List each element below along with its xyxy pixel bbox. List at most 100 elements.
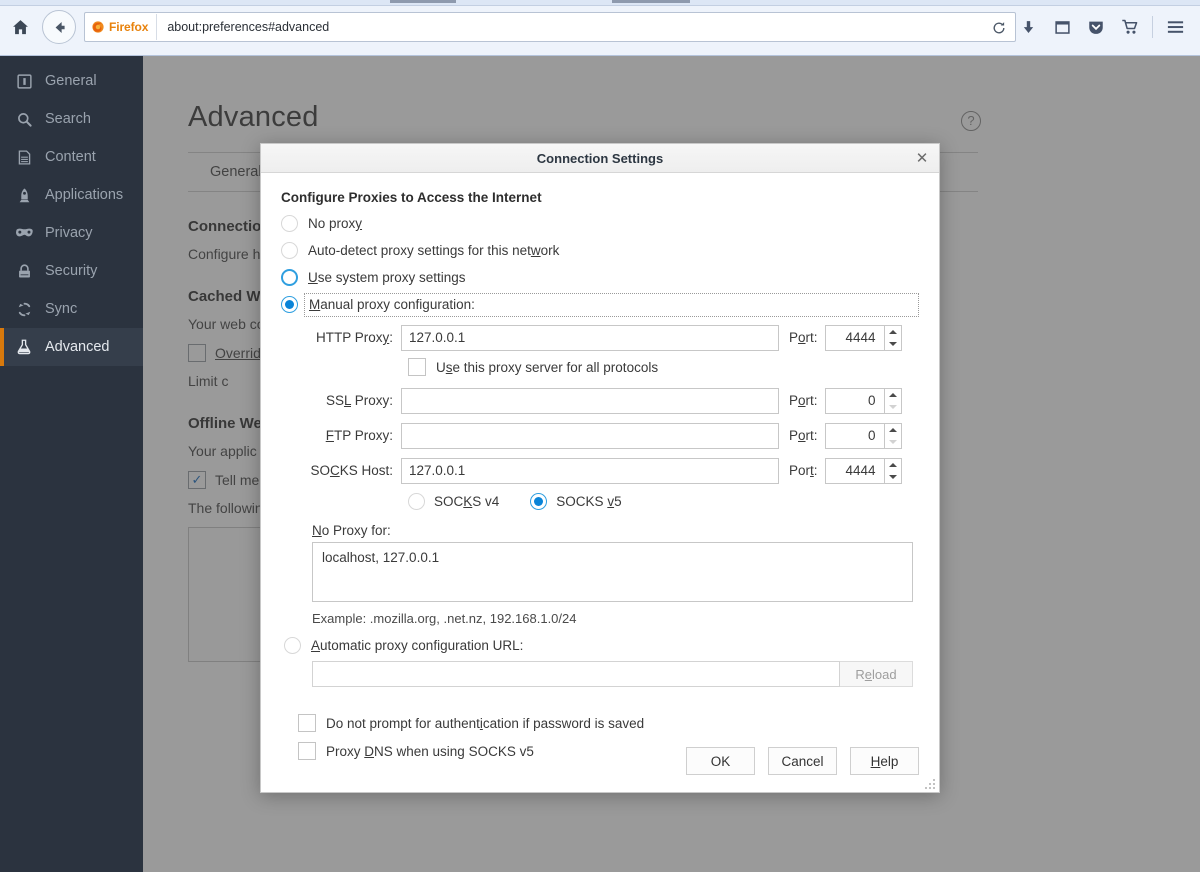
dialog-body: Configure Proxies to Access the Internet…	[261, 173, 939, 765]
radio-row-pac-url[interactable]: Automatic proxy configuration URL:	[284, 637, 919, 654]
back-button[interactable]	[42, 10, 76, 44]
radio-label-system-proxy: Use system proxy settings	[308, 270, 466, 285]
home-icon	[11, 18, 30, 37]
tab-edge-left	[390, 0, 456, 3]
hamburger-menu-icon	[1166, 19, 1185, 35]
tab-edge-right	[612, 0, 690, 3]
socks-v4-option[interactable]: SOCKS v4	[408, 493, 499, 510]
url-text[interactable]: about:preferences#advanced	[157, 20, 329, 34]
radio-row-auto-detect[interactable]: Auto-detect proxy settings for this netw…	[281, 237, 919, 264]
identity-box[interactable]: Firefox	[85, 14, 157, 40]
ok-button[interactable]: OK	[686, 747, 755, 775]
ftp-proxy-input[interactable]	[401, 423, 779, 449]
socks-host-row: SOCKS Host: 127.0.0.1 Port: 4444	[281, 455, 919, 486]
reload-button[interactable]	[985, 15, 1013, 41]
http-port-spin-down[interactable]	[885, 338, 901, 350]
socks-host-input[interactable]: 127.0.0.1	[401, 458, 779, 484]
sidebar-item-search[interactable]: Search	[0, 100, 143, 138]
sidebar-item-applications[interactable]: Applications	[0, 176, 143, 214]
sidebar-item-label: Privacy	[45, 225, 93, 241]
proxy-group-heading: Configure Proxies to Access the Internet	[281, 190, 919, 205]
radio-socks-v4[interactable]	[408, 493, 425, 510]
search-icon	[14, 109, 34, 129]
pac-reload-button[interactable]: Reload	[840, 661, 913, 687]
socks-port-spin-down[interactable]	[885, 471, 901, 483]
socks-port-spin-up[interactable]	[885, 459, 901, 471]
http-port-label: Port:	[779, 330, 825, 345]
content-icon	[14, 147, 34, 167]
http-port-input[interactable]: 4444	[825, 325, 885, 351]
dialog-title: Connection Settings	[537, 151, 663, 166]
ssl-port-label: Port:	[779, 393, 825, 408]
radio-auto-detect[interactable]	[281, 242, 298, 259]
sidebar-item-advanced[interactable]: Advanced	[0, 328, 143, 366]
downloads-button[interactable]	[1011, 12, 1045, 42]
radio-row-manual-proxy[interactable]: Manual proxy configuration:	[281, 291, 919, 318]
http-proxy-input[interactable]: 127.0.0.1	[401, 325, 779, 351]
resize-grip-icon[interactable]	[925, 779, 936, 790]
ftp-port-spinner[interactable]	[885, 423, 902, 449]
ftp-port-spin-up[interactable]	[885, 424, 901, 436]
back-arrow-icon	[51, 19, 68, 36]
pocket-button[interactable]	[1079, 12, 1113, 42]
radio-system-proxy[interactable]	[281, 269, 298, 286]
menu-button[interactable]	[1158, 12, 1192, 42]
sidebar-item-label: Content	[45, 149, 96, 165]
sidebar-item-label: General	[45, 73, 97, 89]
cart-button[interactable]	[1113, 12, 1147, 42]
browser-chrome: Firefox about:preferences#advanced	[0, 0, 1200, 56]
sidebar-item-label: Security	[45, 263, 97, 279]
http-port-spinner[interactable]	[885, 325, 902, 351]
reload-icon	[991, 20, 1007, 36]
ftp-port-input[interactable]: 0	[825, 423, 885, 449]
pac-url-input[interactable]	[312, 661, 840, 687]
no-proxy-textarea[interactable]: localhost, 127.0.0.1	[312, 542, 913, 602]
sidebar-item-content[interactable]: Content	[0, 138, 143, 176]
socks-version-row: SOCKS v4 SOCKS v5	[281, 486, 919, 516]
radio-row-system-proxy[interactable]: Use system proxy settings	[281, 264, 919, 291]
socks-port-spinner[interactable]	[885, 458, 902, 484]
socks-host-label: SOCKS Host:	[281, 463, 401, 478]
manual-proxy-focus-ring: Manual proxy configuration:	[304, 293, 919, 317]
home-button[interactable]	[6, 13, 34, 41]
all-protocols-checkbox[interactable]	[408, 358, 426, 376]
sidebar-item-security[interactable]: Security	[0, 252, 143, 290]
url-bar[interactable]: Firefox about:preferences#advanced	[84, 12, 1016, 42]
ssl-port-spin-up[interactable]	[885, 389, 901, 401]
socks-v4-label: SOCKS v4	[434, 494, 499, 509]
radio-socks-v5[interactable]	[530, 493, 547, 510]
radio-pac-url[interactable]	[284, 637, 301, 654]
ssl-port-spinner[interactable]	[885, 388, 902, 414]
no-auth-prompt-checkbox[interactable]	[298, 714, 316, 732]
connection-settings-dialog: Connection Settings ✕ Configure Proxies …	[260, 143, 940, 793]
http-port-spin-up[interactable]	[885, 326, 901, 338]
toolbar-separator	[1152, 16, 1153, 38]
proxy-dns-checkbox[interactable]	[298, 742, 316, 760]
socks-port-input[interactable]: 4444	[825, 458, 885, 484]
radio-no-proxy[interactable]	[281, 215, 298, 232]
identity-label: Firefox	[109, 20, 148, 34]
close-icon[interactable]: ✕	[913, 149, 931, 167]
help-button[interactable]: Help	[850, 747, 919, 775]
applications-icon	[14, 185, 34, 205]
radio-row-no-proxy[interactable]: No proxy	[281, 210, 919, 237]
ssl-port-input[interactable]: 0	[825, 388, 885, 414]
pac-url-row: Reload	[312, 661, 919, 687]
radio-manual-proxy[interactable]	[281, 296, 298, 313]
dialog-button-row: OK Cancel Help	[686, 747, 919, 775]
sidebar-item-sync[interactable]: Sync	[0, 290, 143, 328]
library-button[interactable]	[1045, 12, 1079, 42]
sidebar-item-general[interactable]: General	[0, 62, 143, 100]
ssl-proxy-input[interactable]	[401, 388, 779, 414]
all-protocols-row[interactable]: Use this proxy server for all protocols	[281, 353, 919, 381]
ftp-port-label: Port:	[779, 428, 825, 443]
no-auth-prompt-row[interactable]: Do not prompt for authentication if pass…	[298, 709, 919, 737]
pocket-icon	[1087, 18, 1105, 36]
socks-v5-option[interactable]: SOCKS v5	[530, 493, 621, 510]
cancel-button[interactable]: Cancel	[768, 747, 837, 775]
ssl-proxy-row: SSL Proxy: Port: 0	[281, 385, 919, 416]
radio-label-manual-proxy: Manual proxy configuration:	[309, 297, 475, 312]
ftp-proxy-row: FTP Proxy: Port: 0	[281, 420, 919, 451]
sidebar-item-privacy[interactable]: Privacy	[0, 214, 143, 252]
library-window-icon	[1054, 19, 1071, 36]
